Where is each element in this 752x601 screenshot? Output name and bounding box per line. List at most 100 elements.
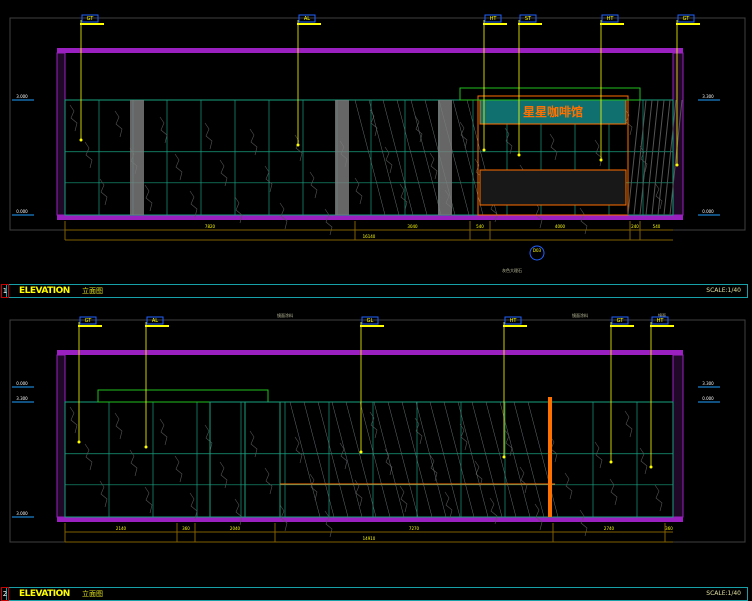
marble-vein <box>549 133 558 161</box>
tag-underline <box>483 23 507 25</box>
level-mark: 0.000 <box>16 381 28 386</box>
sign-text: 星星咖啡馆 <box>523 104 583 119</box>
material-tag-code: HT <box>607 16 615 22</box>
elevation-number: 2 <box>1 587 9 601</box>
marble-vein <box>444 491 453 519</box>
tag-underline <box>503 325 527 327</box>
marble-vein <box>69 406 78 434</box>
marble-vein <box>264 165 273 193</box>
ceiling-beam <box>57 350 683 355</box>
marble-vein <box>249 430 258 458</box>
leader-dot <box>609 460 613 464</box>
marble-vein <box>369 411 378 439</box>
glass-hatch <box>527 401 559 518</box>
bulkhead <box>97 389 269 403</box>
glass-hatch <box>373 401 405 518</box>
leader-dot <box>79 138 83 142</box>
counter-stone-base <box>479 169 627 206</box>
stone-pilaster <box>335 100 349 215</box>
marble-vein <box>159 418 168 446</box>
marble-vein <box>114 412 123 440</box>
stone-pilaster <box>130 100 144 215</box>
leader-dot <box>675 163 679 167</box>
marble-vein <box>219 159 228 187</box>
marble-vein <box>564 472 573 500</box>
ceiling-beam <box>57 48 683 53</box>
material-tag-code: AL <box>304 16 310 22</box>
scale-label: SCALE:1/40 <box>706 590 741 597</box>
elevation-subtitle: 立面图 <box>82 590 103 598</box>
tag-underline <box>78 325 102 327</box>
leader-dot <box>482 148 486 152</box>
marble-vein <box>144 184 153 212</box>
leader-dot <box>77 440 81 444</box>
material-tag-code: HT <box>657 318 665 324</box>
tag-underline <box>650 325 674 327</box>
level-mark: 3.300 <box>16 396 28 401</box>
leader-dot <box>144 445 148 449</box>
marble-vein <box>459 121 468 149</box>
marble-vein <box>174 153 183 181</box>
wall-outline <box>64 401 674 518</box>
marble-vein <box>114 110 123 138</box>
dimension-value: 4000 <box>555 224 566 229</box>
dark-hatch <box>633 99 647 216</box>
title-bar-1: 1 ELEVATION 立面图 SCALE:1/40 <box>1 284 748 298</box>
dimension-value: 7820 <box>205 224 216 229</box>
marble-vein <box>174 455 183 483</box>
level-mark: 3.000 <box>16 94 28 99</box>
level-mark: 3.300 <box>702 381 714 386</box>
glass-hatch <box>415 401 447 518</box>
glass-hatch <box>289 401 321 518</box>
material-tag-code: ST <box>525 16 532 22</box>
marble-vein <box>189 190 198 218</box>
marble-vein <box>249 128 258 156</box>
tag-underline <box>80 23 104 25</box>
tag-underline <box>297 23 321 25</box>
leader-dot <box>502 455 506 459</box>
bulkhead <box>459 87 641 101</box>
material-tag-code: GT <box>87 16 95 22</box>
marble-vein <box>324 510 333 538</box>
marble-vein <box>474 460 483 488</box>
tag-underline <box>145 325 169 327</box>
marble-vein <box>519 466 528 494</box>
elevation-number: 1 <box>1 284 9 298</box>
scale-label: SCALE:1/40 <box>706 287 741 294</box>
marble-vein <box>294 436 303 464</box>
glass-hatch <box>429 401 461 518</box>
right-column <box>672 354 684 518</box>
note-label: 镜面涂料 <box>572 312 588 318</box>
glass-hatch <box>331 401 363 518</box>
dimension-value: 240 <box>631 224 639 229</box>
marble-vein <box>144 486 153 514</box>
level-mark: 0.000 <box>702 209 714 214</box>
level-mark: 0.000 <box>16 209 28 214</box>
dimension-value: 540 <box>476 224 484 229</box>
marble-vein <box>264 467 273 495</box>
cad-drawing: 星星咖啡馆 D03 灰色大理石 7820 3040 540 4000 240 540 16140 3… <box>9 14 746 543</box>
material-tag-code: GL <box>367 318 374 324</box>
glass-hatch <box>471 401 503 518</box>
marble-vein <box>639 447 648 475</box>
marble-vein <box>399 485 408 513</box>
glass-hatch <box>303 401 335 518</box>
dimension-value: 360 <box>182 526 190 531</box>
title-bar-2: 2 ELEVATION 立面图 SCALE:1/40 <box>1 587 748 601</box>
marble-vein <box>159 116 168 144</box>
marble-vein <box>69 104 78 132</box>
material-tag-code: HT <box>510 318 518 324</box>
tag-underline <box>610 325 634 327</box>
marble-vein <box>504 127 513 155</box>
dark-hatch <box>657 99 671 216</box>
marble-vein <box>609 478 618 506</box>
material-tag-code: GT <box>85 318 93 324</box>
material-tag-code: GT <box>617 318 625 324</box>
leader-dot <box>649 465 653 469</box>
leader-dot <box>599 158 603 162</box>
glass-hatch <box>485 401 517 518</box>
marble-vein <box>204 424 213 452</box>
material-tag-code: GT <box>683 16 691 22</box>
left-column <box>56 354 66 518</box>
glass-hatch <box>354 99 386 216</box>
